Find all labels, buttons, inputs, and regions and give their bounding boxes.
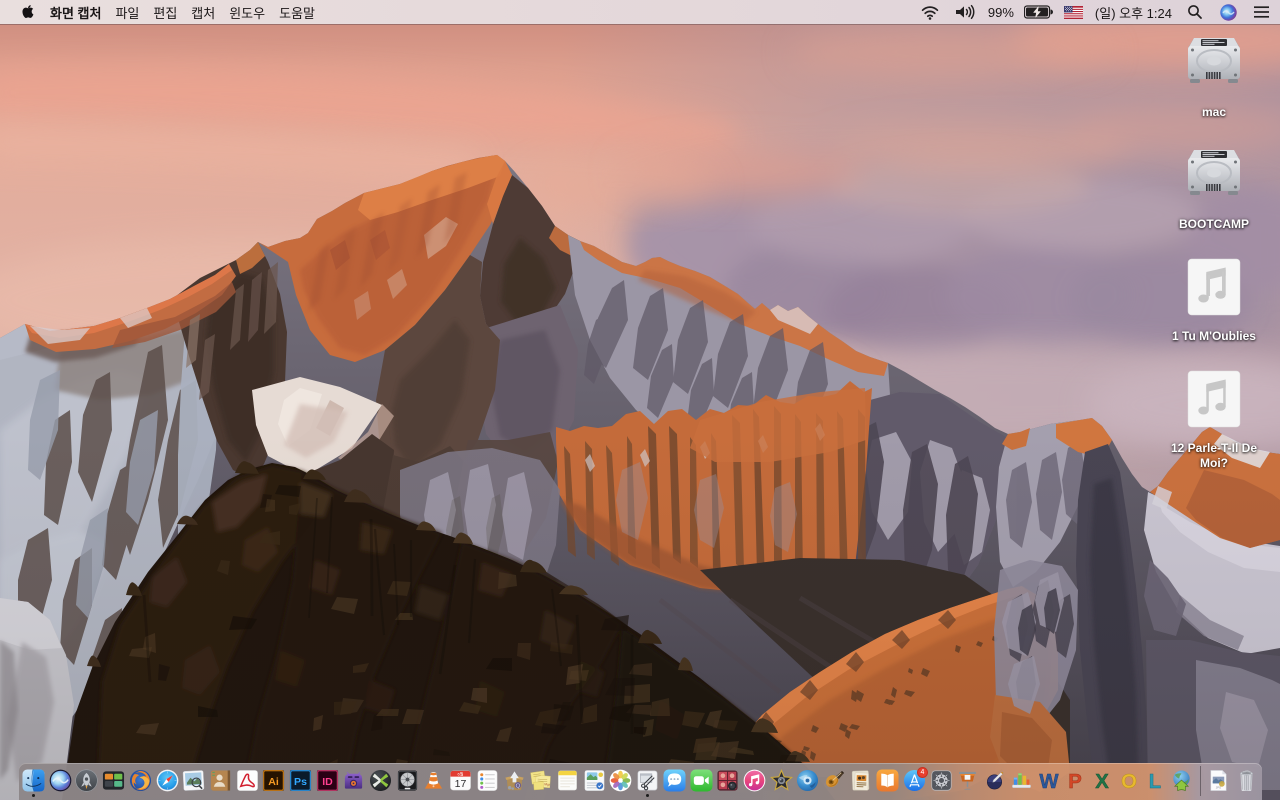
svg-text:6월: 6월 (458, 771, 464, 777)
svg-text:Ai: Ai (268, 776, 279, 788)
svg-text:Mgr: Mgr (544, 782, 551, 786)
svg-text:Q: Q (516, 783, 521, 789)
svg-text:L: L (1149, 771, 1161, 792)
svg-text:P: P (1068, 771, 1082, 792)
svg-text:ID: ID (322, 776, 333, 788)
svg-text:O: O (1121, 771, 1137, 792)
svg-text:W: W (1039, 771, 1059, 792)
svg-text:17: 17 (455, 778, 467, 790)
svg-text:JPG: JPG (1216, 786, 1222, 790)
svg-text:X: X (1095, 771, 1109, 792)
svg-text:Ps: Ps (294, 776, 307, 788)
